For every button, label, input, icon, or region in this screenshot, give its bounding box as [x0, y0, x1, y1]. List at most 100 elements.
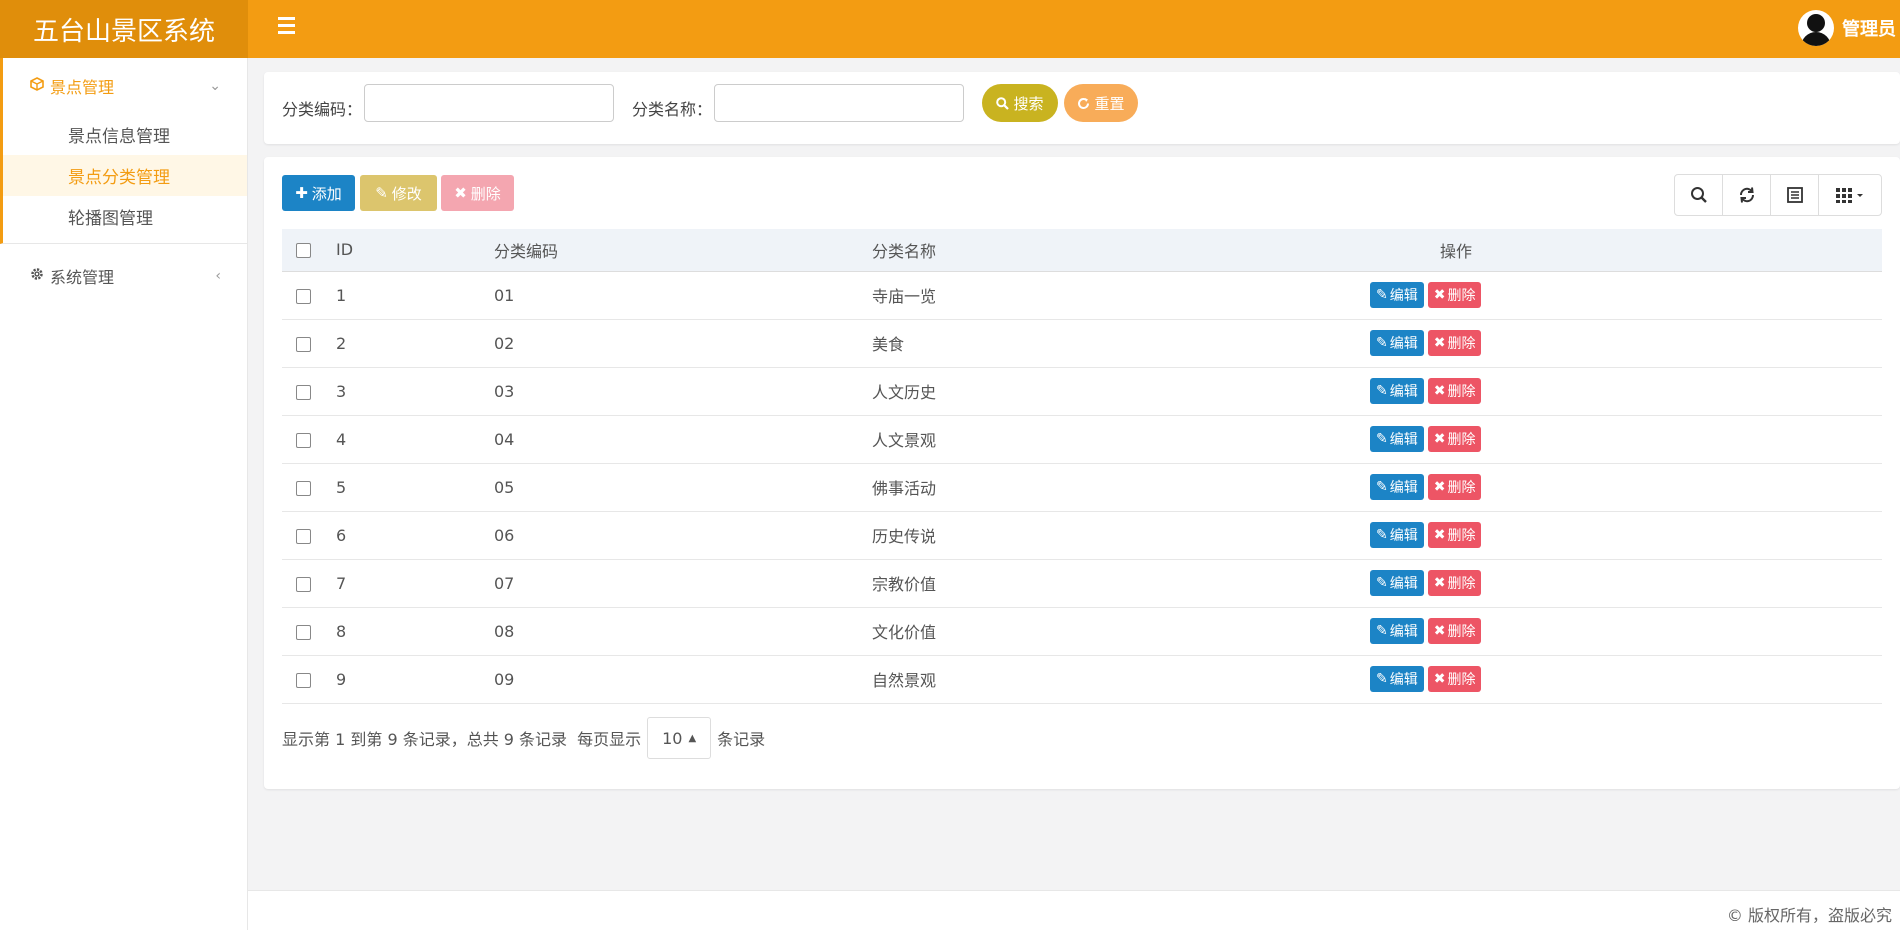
cell-name: 美食: [872, 319, 1432, 368]
search-icon: [1690, 187, 1707, 203]
close-icon: ✖: [454, 184, 467, 202]
cell-code: 05: [494, 463, 872, 512]
cell-name: 自然景观: [872, 655, 1432, 704]
pager-summary: 显示第 1 到第 9 条记录，总共 9 条记录: [282, 730, 568, 749]
cell-id: 2: [336, 319, 494, 368]
col-name: 分类名称: [872, 229, 1432, 272]
edit-icon: ✎: [1376, 527, 1388, 543]
edit-icon: ✎: [1376, 575, 1388, 591]
user-menu[interactable]: 管理员: [1798, 8, 1896, 48]
sidebar-item-scenic-info[interactable]: 景点信息管理: [3, 114, 247, 155]
row-delete-button[interactable]: ✖ 删除: [1427, 426, 1482, 452]
table-tools: [1674, 174, 1882, 216]
cube-icon: [30, 77, 44, 95]
row-edit-button[interactable]: ✎ 编辑: [1370, 282, 1424, 308]
reset-button[interactable]: 重置: [1064, 84, 1138, 122]
chevron-down-icon: ⌄: [209, 78, 221, 94]
edit-button[interactable]: ✎ 修改: [360, 175, 437, 211]
row-delete-button[interactable]: ✖ 删除: [1427, 282, 1482, 308]
top-header: 五台山景区系统 管理员: [0, 0, 1900, 58]
name-input[interactable]: [714, 84, 964, 122]
per-page-prefix: 每页显示: [577, 730, 642, 749]
row-edit-button[interactable]: ✎ 编辑: [1370, 474, 1424, 500]
row-checkbox[interactable]: [296, 480, 311, 496]
row-edit-button[interactable]: ✎ 编辑: [1370, 330, 1424, 356]
row-delete-button[interactable]: ✖ 删除: [1427, 666, 1482, 692]
menu-toggle-icon[interactable]: [278, 17, 300, 41]
col-id: ID: [336, 229, 494, 272]
table-row: 3 03 人文历史 ✎ 编辑 ✖ 删除: [282, 367, 1882, 416]
page-size-select[interactable]: 10 ▲: [647, 717, 712, 759]
sidebar-group-scenic[interactable]: 景点管理 ⌄: [0, 58, 247, 114]
row-delete-button[interactable]: ✖ 删除: [1427, 522, 1482, 548]
table-row: 9 09 自然景观 ✎ 编辑 ✖ 删除: [282, 655, 1882, 704]
edit-icon: ✎: [1376, 383, 1388, 399]
sidebar-group-system[interactable]: 系统管理 ‹: [0, 248, 247, 304]
page-size-value: 10: [662, 728, 683, 748]
row-checkbox[interactable]: [296, 528, 311, 544]
sidebar-item-carousel[interactable]: 轮播图管理: [3, 196, 247, 237]
row-edit-button[interactable]: ✎ 编辑: [1370, 522, 1424, 548]
cell-name: 历史传说: [872, 511, 1432, 560]
refresh-icon: [1078, 97, 1090, 109]
row-checkbox[interactable]: [296, 432, 311, 448]
close-icon: ✖: [1433, 623, 1446, 639]
delete-button[interactable]: ✖ 删除: [441, 175, 514, 211]
edit-icon: ✎: [1376, 623, 1388, 639]
category-table: ID 分类编码 分类名称 操作 1 01 寺庙一览 ✎ 编辑 ✖ 删除 2 02 美食 ✎ 编辑 ✖ 删除…: [282, 229, 1882, 704]
row-checkbox[interactable]: [296, 576, 311, 592]
sidebar-item-category[interactable]: 景点分类管理: [3, 155, 247, 196]
row-delete-button[interactable]: ✖ 删除: [1427, 570, 1482, 596]
grid-icon: [1836, 188, 1863, 203]
table-row: 8 08 文化价值 ✎ 编辑 ✖ 删除: [282, 607, 1882, 656]
cell-code: 04: [494, 415, 872, 464]
edit-icon: ✎: [1376, 335, 1388, 351]
row-edit-button[interactable]: ✎ 编辑: [1370, 618, 1424, 644]
row-delete-button[interactable]: ✖ 删除: [1427, 618, 1482, 644]
col-code: 分类编码: [494, 229, 872, 272]
close-icon: ✖: [1433, 431, 1446, 447]
table-row: 2 02 美食 ✎ 编辑 ✖ 删除: [282, 319, 1882, 368]
search-button[interactable]: 搜索: [982, 84, 1058, 122]
add-button[interactable]: ✚ 添加: [282, 175, 355, 211]
cell-name: 宗教价值: [872, 559, 1432, 608]
cell-id: 4: [336, 415, 494, 464]
cell-code: 03: [494, 367, 872, 416]
refresh-button[interactable]: [1723, 175, 1771, 215]
table-row: 6 06 历史传说 ✎ 编辑 ✖ 删除: [282, 511, 1882, 560]
refresh-icon: [1739, 187, 1754, 203]
sidebar-group-label: 景点管理: [50, 78, 115, 97]
cell-id: 7: [336, 559, 494, 608]
toggle-search-button[interactable]: [1675, 175, 1723, 215]
row-edit-button[interactable]: ✎ 编辑: [1370, 666, 1424, 692]
user-name: 管理员: [1842, 19, 1896, 40]
edit-icon: ✎: [1376, 431, 1388, 447]
cell-code: 01: [494, 271, 872, 320]
cell-name: 人文历史: [872, 367, 1432, 416]
close-icon: ✖: [1433, 479, 1446, 495]
copyright-text: © 版权所有，盗版必究: [1726, 906, 1892, 925]
row-checkbox[interactable]: [296, 672, 311, 688]
close-icon: ✖: [1433, 575, 1446, 591]
table-row: 4 04 人文景观 ✎ 编辑 ✖ 删除: [282, 415, 1882, 464]
cell-code: 08: [494, 607, 872, 656]
row-delete-button[interactable]: ✖ 删除: [1427, 474, 1482, 500]
row-checkbox[interactable]: [296, 384, 311, 400]
row-checkbox[interactable]: [296, 624, 311, 640]
row-delete-button[interactable]: ✖ 删除: [1427, 378, 1482, 404]
code-input[interactable]: [364, 84, 614, 122]
row-checkbox[interactable]: [296, 288, 311, 304]
row-edit-button[interactable]: ✎ 编辑: [1370, 378, 1424, 404]
col-actions: 操作: [1432, 229, 1882, 272]
per-page-suffix: 条记录: [717, 730, 766, 749]
row-delete-button[interactable]: ✖ 删除: [1427, 330, 1482, 356]
row-checkbox[interactable]: [296, 336, 311, 352]
select-all-checkbox[interactable]: [296, 243, 311, 259]
row-edit-button[interactable]: ✎ 编辑: [1370, 426, 1424, 452]
cell-code: 02: [494, 319, 872, 368]
code-label: 分类编码：: [282, 100, 363, 119]
row-edit-button[interactable]: ✎ 编辑: [1370, 570, 1424, 596]
columns-button[interactable]: [1819, 175, 1881, 215]
toggle-view-button[interactable]: [1771, 175, 1819, 215]
caret-up-icon: ▲: [688, 732, 697, 744]
